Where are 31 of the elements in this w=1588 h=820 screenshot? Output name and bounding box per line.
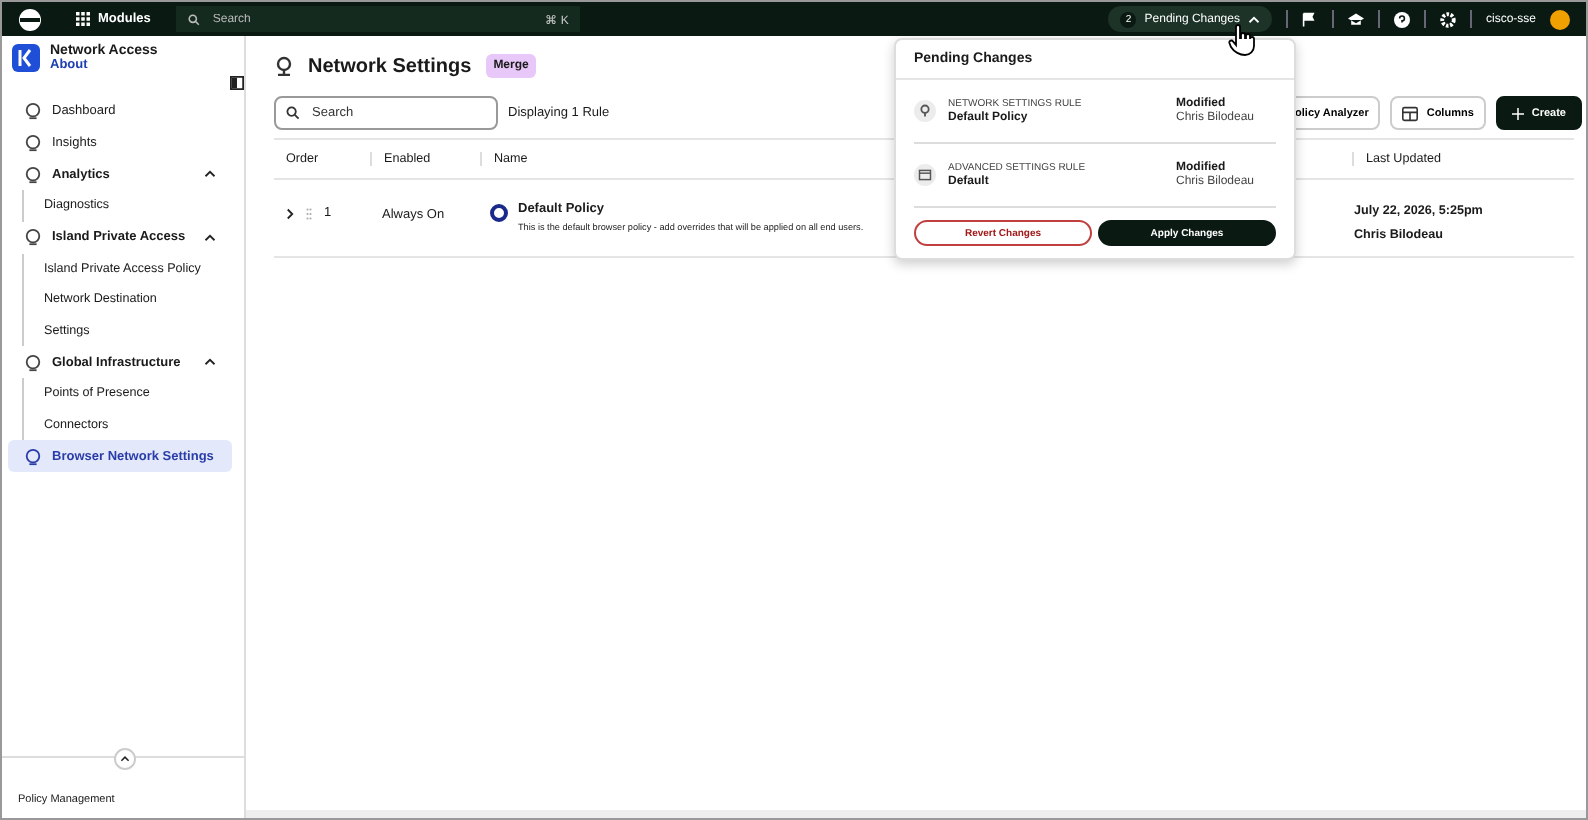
page-title: Network Settings (308, 55, 472, 77)
nav-icon (24, 353, 42, 371)
chevron-icon[interactable] (204, 358, 216, 366)
chevron-icon[interactable] (204, 233, 216, 241)
help-icon[interactable] (1393, 11, 1410, 27)
expand-icon[interactable] (286, 207, 294, 219)
collapse-sidebar-icon[interactable] (230, 76, 244, 90)
graduation-cap-icon[interactable] (1347, 11, 1364, 27)
columns-icon (1402, 105, 1419, 121)
chevron-icon (120, 756, 130, 762)
network-icon (914, 100, 936, 122)
nav-icon (24, 133, 42, 151)
nav-icon (24, 228, 42, 246)
app-logo-icon (12, 44, 40, 72)
logo-icon[interactable] (18, 7, 42, 31)
chevron-icon (1247, 15, 1260, 23)
chevron-icon[interactable] (204, 170, 216, 178)
avatar[interactable] (1550, 9, 1570, 29)
nav-icon (24, 165, 42, 183)
policy-status-icon (490, 204, 508, 222)
browser-window-icon (914, 164, 936, 186)
expand-button[interactable] (114, 748, 136, 770)
grid-icon (76, 12, 90, 26)
search-icon (188, 13, 201, 25)
nav-icon (24, 447, 42, 465)
nav-icon (24, 101, 42, 119)
network-icon (274, 56, 294, 76)
settings-icon[interactable] (1439, 11, 1456, 27)
plus-icon (1511, 107, 1524, 119)
flag-icon[interactable] (1301, 11, 1318, 27)
search-icon (286, 106, 300, 120)
